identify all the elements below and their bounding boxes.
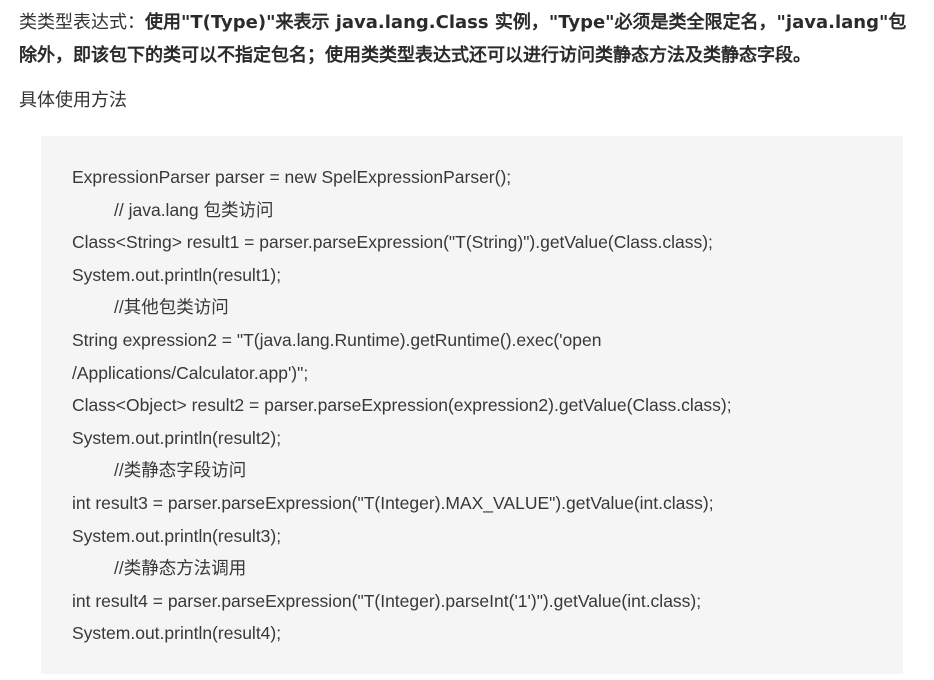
intro-label: 类类型表达式： — [19, 12, 145, 33]
code-line: // java.lang 包类访问 — [114, 199, 274, 220]
code-line: Class<Object> result2 = parser.parseExpr… — [72, 395, 732, 416]
code-block: ExpressionParser parser = new SpelExpres… — [41, 136, 903, 674]
code-line: Class<String> result1 = parser.parseExpr… — [72, 232, 713, 253]
code-line: ExpressionParser parser = new SpelExpres… — [72, 167, 512, 187]
code-lines: ExpressionParser parser = new SpelExpres… — [72, 161, 892, 650]
intro-body: 使用"T(Type)"来表示 java.lang.Class 实例，"Type"… — [19, 12, 907, 66]
code-line: //其他包类访问 — [114, 297, 229, 318]
usage-heading: 具体使用方法 — [19, 90, 127, 111]
code-line: /Applications/Calculator.app')"; — [72, 362, 309, 383]
code-line: //类静态字段访问 — [114, 460, 247, 481]
intro-paragraph: 类类型表达式：使用"T(Type)"来表示 java.lang.Class 实例… — [19, 6, 919, 72]
code-line: //类静态方法调用 — [114, 558, 247, 579]
code-line: System.out.println(result2); — [72, 427, 282, 448]
code-line: System.out.println(result1); — [72, 264, 282, 285]
code-line: int result3 = parser.parseExpression("T(… — [72, 492, 714, 513]
code-line: int result4 = parser.parseExpression("T(… — [72, 590, 702, 611]
code-line: String expression2 = "T(java.lang.Runtim… — [72, 329, 602, 350]
code-line: System.out.println(result3); — [72, 525, 282, 546]
code-line: System.out.println(result4); — [72, 623, 282, 644]
